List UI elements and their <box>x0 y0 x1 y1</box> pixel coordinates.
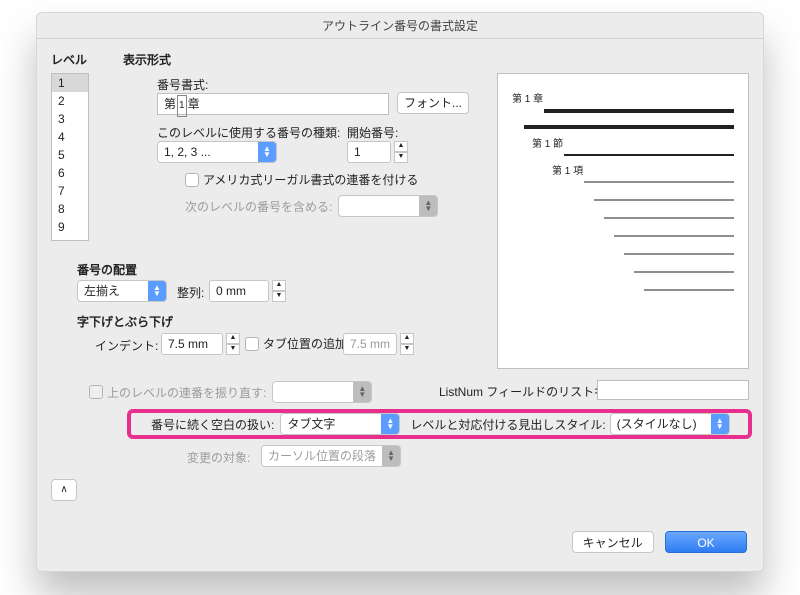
preview-pane: 第 1 章 第 1 節 第 1 項 <box>497 73 749 369</box>
listnum-label: ListNum フィールドのリスト名: <box>439 383 609 400</box>
include-level-label: 次のレベルの番号を含める: <box>185 198 332 215</box>
ok-button[interactable]: OK <box>665 531 747 553</box>
justify-spinner[interactable]: 0 mm ▲▼ <box>209 280 286 302</box>
chevron-updown-icon: ▲▼ <box>353 382 371 402</box>
legal-style-checkbox[interactable] <box>185 173 199 187</box>
heading-style-value: (スタイルなし) <box>611 414 711 434</box>
restart-label: 上のレベルの連番を振り直す: <box>107 384 266 401</box>
dialog-body: レベル 1 2 3 4 5 6 7 8 9 表示形式 番号書式: 第1章 フォン… <box>37 39 763 571</box>
justify-value[interactable]: 0 mm <box>209 280 269 302</box>
preview-label-2: 第 1 節 <box>532 135 734 150</box>
alignment-select[interactable]: 左揃え ▲▼ <box>77 280 167 302</box>
stepper-icon[interactable]: ▲▼ <box>226 333 240 355</box>
apply-changes-select: カーソル位置の段落 ▲▼ <box>261 445 401 467</box>
include-level-select: ▲▼ <box>338 195 438 217</box>
stepper-icon[interactable]: ▲▼ <box>272 280 286 302</box>
number-type-value: 1, 2, 3 ... <box>158 142 258 162</box>
apply-changes-value: カーソル位置の段落 <box>262 446 382 466</box>
number-placement-label: 番号の配置 <box>77 261 137 278</box>
dialog-title: アウトライン番号の書式設定 <box>37 13 763 39</box>
tab-pos-value: 7.5 mm <box>343 333 397 355</box>
chevron-updown-icon: ▲▼ <box>382 446 400 466</box>
listnum-input[interactable] <box>597 380 749 400</box>
indent-label: インデント: <box>95 337 158 354</box>
level-item-8[interactable]: 8 <box>52 200 88 218</box>
number-type-select[interactable]: 1, 2, 3 ... ▲▼ <box>157 141 277 163</box>
restart-select: ▲▼ <box>272 381 372 403</box>
preview-line <box>614 235 734 237</box>
preview-line <box>544 109 734 113</box>
level-list[interactable]: 1 2 3 4 5 6 7 8 9 <box>51 73 89 241</box>
level-item-3[interactable]: 3 <box>52 110 88 128</box>
level-item-2[interactable]: 2 <box>52 92 88 110</box>
level-item-6[interactable]: 6 <box>52 164 88 182</box>
font-button[interactable]: フォント... <box>397 92 469 114</box>
trailing-char-value: タブ文字 <box>281 414 381 434</box>
indent-spinner[interactable]: 7.5 mm ▲▼ <box>161 333 240 355</box>
chevron-updown-icon: ▲▼ <box>148 281 166 301</box>
restart-row: 上のレベルの連番を振り直す: ▲▼ <box>89 381 372 403</box>
stepper-icon: ▲▼ <box>400 333 414 355</box>
level-item-5[interactable]: 5 <box>52 146 88 164</box>
dialog-outline-number-format: アウトライン番号の書式設定 レベル 1 2 3 4 5 6 7 8 9 表示形式… <box>36 12 764 572</box>
chevron-updown-icon: ▲▼ <box>711 414 729 434</box>
collapse-button[interactable]: ∧ <box>51 479 77 501</box>
highlighted-row: 番号に続く空白の扱い: タブ文字 ▲▼ レベルと対応付ける見出しスタイル: (ス… <box>127 409 752 439</box>
preview-line <box>524 125 734 129</box>
chevron-updown-icon: ▲▼ <box>419 196 437 216</box>
trailing-char-label: 番号に続く空白の扱い: <box>151 416 274 433</box>
cancel-button[interactable]: キャンセル <box>572 531 654 553</box>
stepper-icon[interactable]: ▲▼ <box>394 141 408 163</box>
preview-line <box>644 289 734 291</box>
level-item-9[interactable]: 9 <box>52 218 88 236</box>
number-format-prefix: 第 <box>164 97 176 111</box>
level-item-1[interactable]: 1 <box>52 74 88 92</box>
footer-buttons: キャンセル OK <box>564 531 747 553</box>
number-format-token: 1 <box>177 95 187 117</box>
preview-line <box>604 217 734 219</box>
include-level-value <box>339 196 419 216</box>
legal-style-row: アメリカ式リーガル書式の連番を付ける <box>185 171 418 188</box>
number-format-label: 番号書式: <box>157 76 208 93</box>
legal-style-label: アメリカ式リーガル書式の連番を付ける <box>203 171 418 188</box>
indent-section-label: 字下げとぶら下げ <box>77 313 173 330</box>
preview-line <box>624 253 734 255</box>
heading-style-label: レベルと対応付ける見出しスタイル: <box>410 416 605 433</box>
tab-add-checkbox[interactable] <box>245 337 259 351</box>
apply-changes-label: 変更の対象: <box>187 449 250 466</box>
start-number-spinner[interactable]: 1 ▲▼ <box>347 141 408 163</box>
justify-label: 整列: <box>177 284 204 301</box>
preview-line <box>564 154 734 156</box>
preview-line <box>584 181 734 183</box>
start-number-value[interactable]: 1 <box>347 141 391 163</box>
preview-line <box>594 199 734 201</box>
display-format-label: 表示形式 <box>123 51 171 68</box>
tab-pos-spinner: 7.5 mm ▲▼ <box>343 333 414 355</box>
level-item-4[interactable]: 4 <box>52 128 88 146</box>
number-format-suffix: 章 <box>188 97 200 111</box>
start-number-label: 開始番号: <box>347 124 398 141</box>
number-format-input[interactable]: 第1章 <box>157 93 389 115</box>
tab-add-row: タブ位置の追加: <box>245 335 350 352</box>
chevron-updown-icon: ▲▼ <box>381 414 399 434</box>
preview-label-3: 第 1 項 <box>552 162 734 177</box>
heading-style-select[interactable]: (スタイルなし) ▲▼ <box>610 413 730 435</box>
indent-value[interactable]: 7.5 mm <box>161 333 223 355</box>
tab-add-label: タブ位置の追加: <box>263 335 350 352</box>
chevron-updown-icon: ▲▼ <box>258 142 276 162</box>
level-label: レベル <box>51 51 87 68</box>
include-level-row: 次のレベルの番号を含める: ▲▼ <box>185 195 438 217</box>
preview-line <box>634 271 734 273</box>
alignment-value: 左揃え <box>78 281 148 301</box>
restart-checkbox <box>89 385 103 399</box>
trailing-char-select[interactable]: タブ文字 ▲▼ <box>280 413 400 435</box>
chevron-up-icon: ∧ <box>60 484 67 495</box>
level-item-7[interactable]: 7 <box>52 182 88 200</box>
number-type-label: このレベルに使用する番号の種類: <box>157 124 340 141</box>
preview-label-1: 第 1 章 <box>512 90 734 105</box>
restart-value <box>273 382 353 402</box>
